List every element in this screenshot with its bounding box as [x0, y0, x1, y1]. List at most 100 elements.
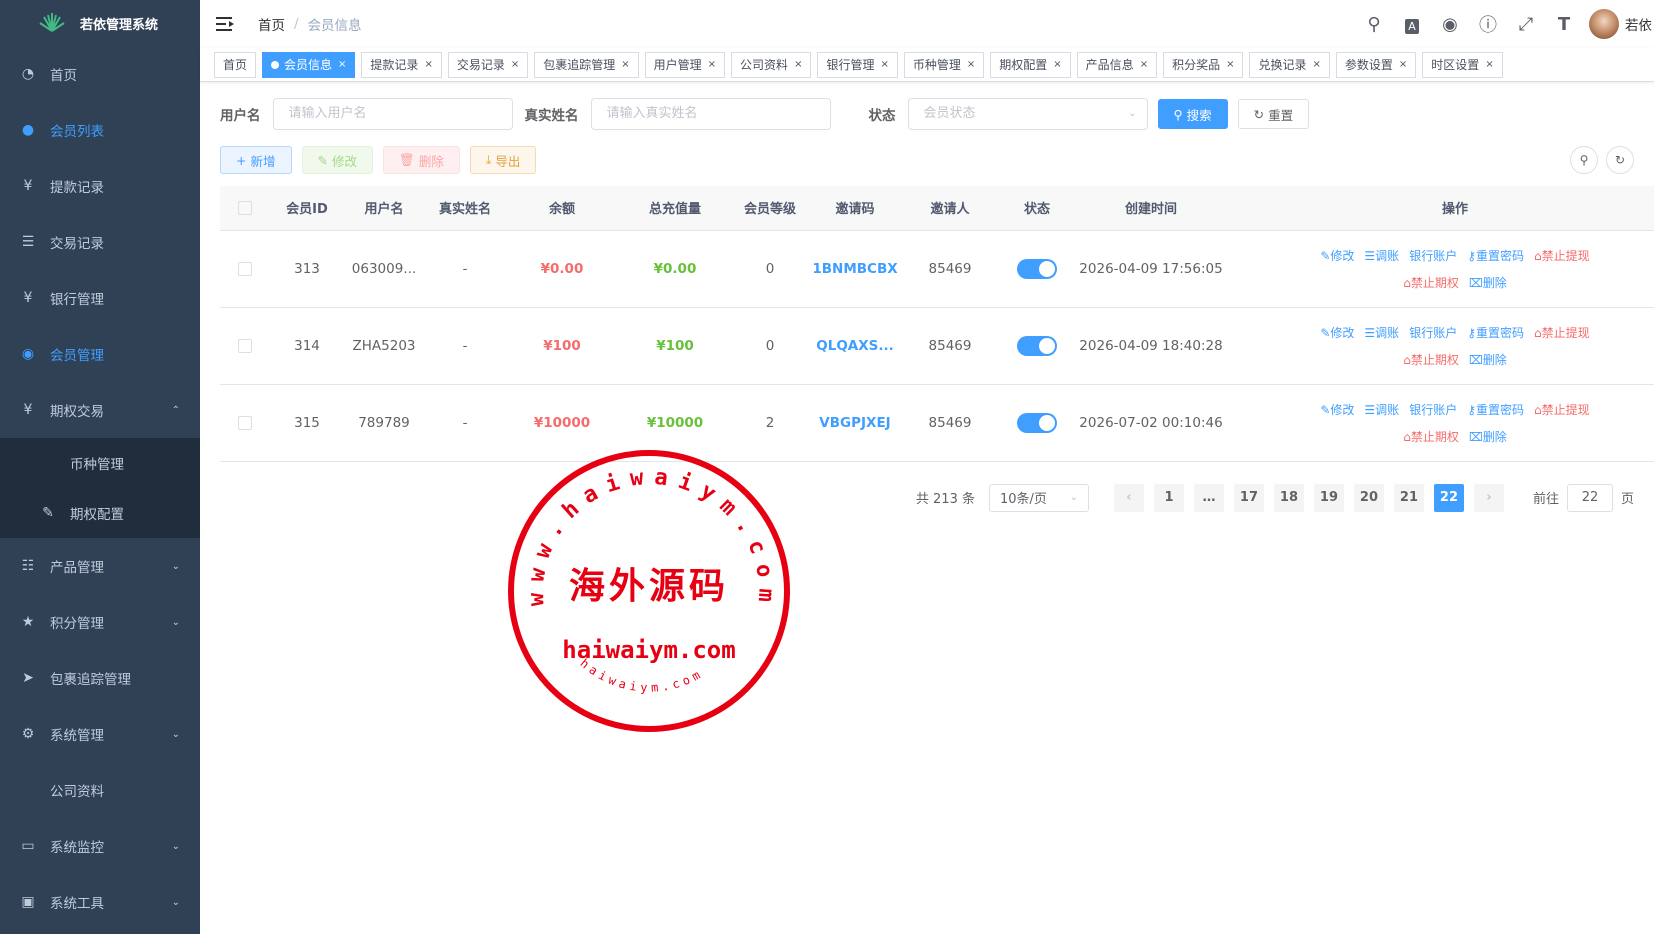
hamburger-icon[interactable]: [216, 16, 234, 32]
page-button[interactable]: 22: [1433, 483, 1464, 512]
status-select[interactable]: 会员状态 ⌄: [907, 98, 1148, 130]
sidebar-item2-6[interactable]: ▣ 系统工具 ⌄: [0, 874, 200, 930]
sidebar-item2-4[interactable]: 公司资料: [0, 762, 200, 818]
github-icon[interactable]: ◉: [1431, 14, 1469, 35]
status-toggle[interactable]: [1017, 258, 1057, 279]
close-icon[interactable]: ×: [708, 53, 716, 77]
tag-8[interactable]: 币种管理 ×: [903, 51, 985, 78]
close-icon[interactable]: ×: [621, 53, 629, 77]
action-link[interactable]: ⌂禁止提现: [1534, 247, 1590, 264]
invite-code-cell[interactable]: VBGPJXEJ: [808, 384, 902, 462]
close-icon[interactable]: ×: [794, 53, 802, 77]
sidebar-item-1[interactable]: ● 会员列表: [0, 102, 200, 158]
action-link[interactable]: 银行账户: [1409, 247, 1457, 264]
action-link[interactable]: ⚷重置密码: [1467, 247, 1524, 264]
tag-7[interactable]: 银行管理 ×: [817, 51, 898, 78]
sidebar-item2-5[interactable]: ▭ 系统监控 ⌄: [0, 818, 200, 874]
font-size-icon[interactable]: T: [1545, 14, 1583, 35]
sidebar-item-5[interactable]: ◉ 会员管理: [0, 326, 200, 382]
action-link[interactable]: ⚷重置密码: [1467, 401, 1524, 418]
submenu-item-0[interactable]: 币种管理: [0, 438, 200, 488]
page-button[interactable]: 17: [1233, 483, 1264, 512]
page-size-select[interactable]: 10条/页 ⌄: [988, 483, 1089, 512]
submenu-item-1[interactable]: ✎ 期权配置: [0, 488, 200, 538]
close-icon[interactable]: ×: [967, 53, 975, 77]
row-checkbox[interactable]: [238, 338, 252, 353]
tag-6[interactable]: 公司资料 ×: [731, 51, 812, 78]
page-button[interactable]: 21: [1393, 483, 1424, 512]
search-icon[interactable]: ⚲: [1355, 14, 1393, 35]
fullscreen-icon[interactable]: ⤢: [1507, 14, 1545, 35]
refresh-icon[interactable]: ↻: [1606, 146, 1634, 174]
breadcrumb-home[interactable]: 首页: [258, 14, 285, 34]
close-icon[interactable]: ×: [1399, 53, 1407, 77]
avatar[interactable]: [1589, 9, 1619, 39]
page-button[interactable]: 1: [1153, 483, 1184, 512]
select-all-checkbox[interactable]: [238, 200, 252, 215]
tag-13[interactable]: 参数设置 ×: [1335, 51, 1417, 78]
question-icon[interactable]: ⓘ: [1469, 11, 1507, 37]
tag-3[interactable]: 交易记录 ×: [447, 51, 529, 78]
row-checkbox[interactable]: [238, 261, 252, 276]
action-link[interactable]: ⌧删除: [1469, 351, 1507, 368]
sidebar-item2-0[interactable]: ☷ 产品管理 ⌄: [0, 538, 200, 594]
action-link[interactable]: ⌧删除: [1469, 274, 1507, 291]
tag-10[interactable]: 产品信息 ×: [1076, 51, 1158, 78]
app-logo[interactable]: 若依管理系统: [0, 0, 200, 46]
action-link[interactable]: ⌂禁止期权: [1403, 274, 1459, 291]
action-link[interactable]: ☰调账: [1364, 401, 1399, 418]
action-link[interactable]: ⌂禁止期权: [1403, 428, 1459, 445]
tag-12[interactable]: 兑换记录 ×: [1249, 51, 1330, 78]
tag-11[interactable]: 积分奖品 ×: [1163, 51, 1244, 78]
tag-0[interactable]: 首页: [214, 51, 257, 78]
page-button[interactable]: 18: [1273, 483, 1304, 512]
action-link[interactable]: ⌂禁止提现: [1534, 324, 1590, 341]
close-icon[interactable]: ×: [1313, 53, 1321, 77]
next-page-button[interactable]: ›: [1473, 483, 1504, 512]
close-icon[interactable]: ×: [1140, 53, 1148, 77]
invite-code-cell[interactable]: 1BNMBCBX: [808, 230, 902, 308]
delete-button[interactable]: 🗑 删除: [383, 146, 460, 174]
tag-9[interactable]: 期权配置 ×: [990, 51, 1071, 78]
search-button[interactable]: ⚲ 搜索: [1157, 99, 1228, 129]
action-link[interactable]: ⌧删除: [1469, 428, 1507, 445]
action-link[interactable]: 银行账户: [1409, 324, 1457, 341]
goto-page-input[interactable]: 22: [1566, 483, 1613, 512]
sidebar-item2-3[interactable]: ⚙ 系统管理 ⌄: [0, 706, 200, 762]
action-link[interactable]: ⌂禁止期权: [1403, 351, 1459, 368]
action-link[interactable]: ☰调账: [1364, 247, 1399, 264]
page-button[interactable]: …: [1193, 483, 1224, 512]
page-button[interactable]: 19: [1313, 483, 1344, 512]
action-link[interactable]: ⌂禁止提现: [1534, 401, 1590, 418]
close-icon[interactable]: ×: [511, 53, 519, 77]
reset-button[interactable]: ↻ 重置: [1237, 99, 1310, 129]
close-icon[interactable]: ×: [1053, 53, 1061, 77]
sidebar-item-3[interactable]: ☰ 交易记录: [0, 214, 200, 270]
close-icon[interactable]: ×: [1226, 53, 1234, 77]
action-link[interactable]: ✎修改: [1320, 247, 1354, 264]
row-checkbox[interactable]: [238, 415, 252, 430]
toggle-search-icon[interactable]: ⚲: [1570, 146, 1598, 174]
close-icon[interactable]: ×: [1485, 53, 1493, 77]
status-toggle[interactable]: [1017, 412, 1057, 433]
page-button[interactable]: 20: [1353, 483, 1384, 512]
prev-page-button[interactable]: ‹: [1113, 483, 1144, 512]
action-link[interactable]: 银行账户: [1409, 401, 1457, 418]
tag-4[interactable]: 包裹追踪管理 ×: [534, 51, 639, 78]
username-input[interactable]: 请输入用户名: [272, 98, 513, 130]
action-link[interactable]: ✎修改: [1320, 401, 1354, 418]
add-button[interactable]: + 新增: [220, 146, 292, 174]
action-link[interactable]: ☰调账: [1364, 324, 1399, 341]
sidebar-item-2[interactable]: ¥ 提款记录: [0, 158, 200, 214]
sidebar-item2-2[interactable]: ➤ 包裹追踪管理: [0, 650, 200, 706]
close-icon[interactable]: ×: [424, 53, 432, 77]
export-button[interactable]: ⤓ 导出: [469, 146, 537, 174]
translate-icon[interactable]: A: [1393, 14, 1431, 35]
sidebar-item-6[interactable]: ¥ 期权交易 ⌃: [0, 382, 200, 438]
edit-button[interactable]: ✎ 修改: [301, 146, 373, 174]
tag-1[interactable]: 会员信息 ×: [262, 51, 356, 78]
realname-input[interactable]: 请输入真实姓名: [590, 98, 831, 130]
status-toggle[interactable]: [1017, 335, 1057, 356]
sidebar-item2-1[interactable]: ★ 积分管理 ⌄: [0, 594, 200, 650]
invite-code-cell[interactable]: QLQAXS...: [808, 307, 902, 385]
